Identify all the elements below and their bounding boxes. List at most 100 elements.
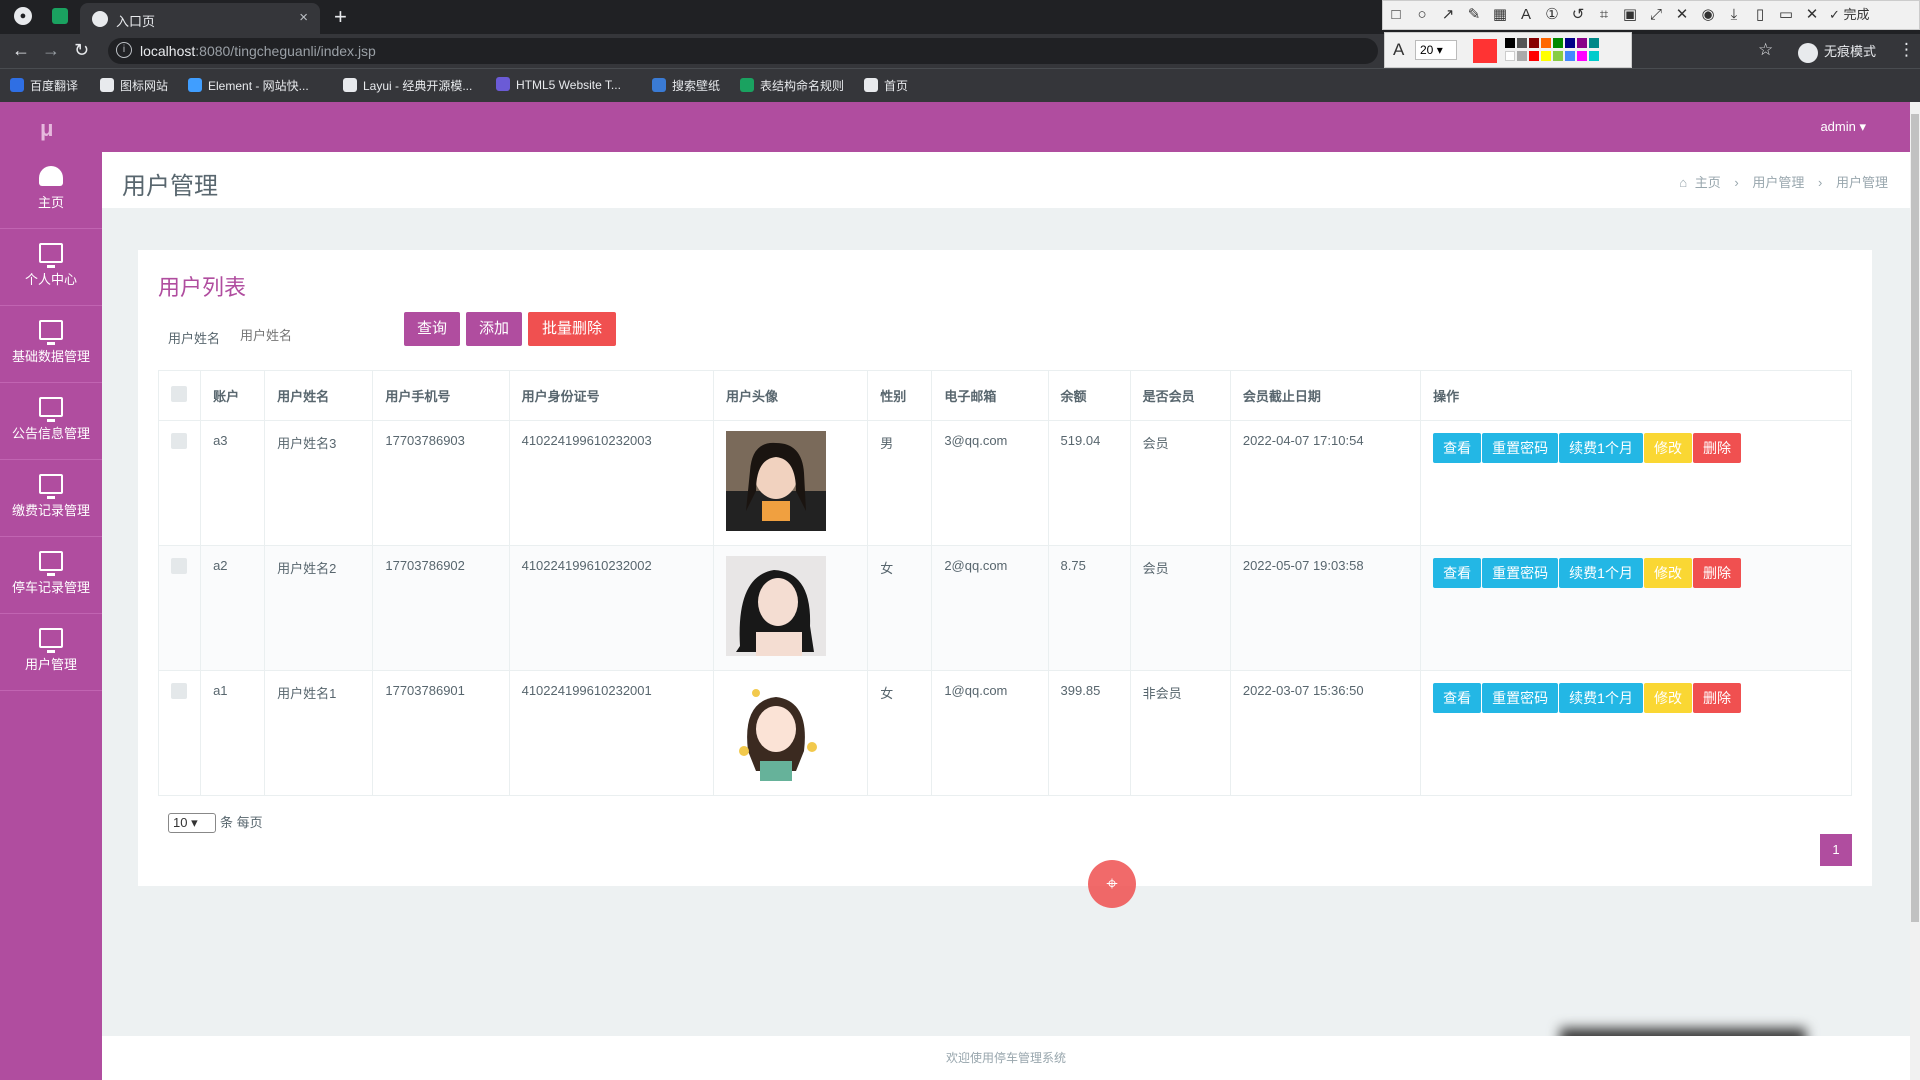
pinned-tab-icon[interactable] (52, 8, 68, 24)
bookmark-item[interactable]: Layui - 经典开源模... (343, 77, 472, 94)
pin-icon[interactable]: ✕ (1669, 1, 1695, 29)
color-swatch[interactable] (1529, 38, 1539, 48)
bookmark-item[interactable]: 搜索壁纸 (652, 77, 720, 94)
copy-icon[interactable]: ▯ (1747, 1, 1773, 29)
new-tab-button[interactable]: + (334, 4, 347, 30)
breadcrumb-home[interactable]: 主页 (1695, 175, 1721, 190)
site-info-icon[interactable]: i (116, 42, 132, 58)
tab-close-icon[interactable]: × (299, 9, 308, 26)
record-icon[interactable]: ◉ (1695, 1, 1721, 29)
rect-tool-icon[interactable]: □ (1383, 1, 1409, 29)
view-button[interactable]: 查看 (1433, 433, 1482, 463)
home-icon[interactable]: ⌂ (1679, 175, 1687, 190)
sidebar-item[interactable]: 用户管理 (0, 614, 102, 691)
bookmark-label: 图标网站 (120, 79, 169, 93)
url-path: :8080/tingcheguanli/index.jsp (195, 43, 376, 59)
row-checkbox[interactable] (171, 683, 187, 699)
color-swatch[interactable] (1589, 38, 1599, 48)
done-button[interactable]: ✓ 完成 (1825, 1, 1874, 29)
browser-menu-icon[interactable]: ● (14, 7, 32, 25)
view-button[interactable]: 查看 (1433, 683, 1482, 713)
row-checkbox[interactable] (171, 433, 187, 449)
page-button-current[interactable]: 1 (1820, 834, 1852, 866)
bookmark-item[interactable]: 图标网站 (100, 77, 168, 94)
font-size-icon: A (1393, 40, 1405, 59)
color-swatch[interactable] (1565, 38, 1575, 48)
mosaic-tool-icon[interactable]: ▦ (1487, 1, 1513, 29)
query-button[interactable]: 查询 (404, 312, 460, 346)
reload-icon[interactable]: ↻ (74, 40, 89, 61)
browser-menu-dots-icon[interactable]: ⋮ (1898, 40, 1915, 60)
sidebar-item[interactable]: 主页 (0, 152, 102, 229)
scrollbar-thumb[interactable] (1911, 114, 1919, 922)
row-checkbox[interactable] (171, 558, 187, 574)
add-button[interactable]: 添加 (466, 312, 522, 346)
delete-button[interactable]: 删除 (1692, 433, 1741, 463)
user-menu[interactable]: admin ▾ (1820, 119, 1866, 135)
reset-password-button[interactable]: 重置密码 (1482, 558, 1559, 588)
font-size-select[interactable]: 20 ▾ (1415, 40, 1457, 60)
app-logo[interactable]: μ (40, 116, 53, 142)
edit-button[interactable]: 修改 (1643, 683, 1692, 713)
color-swatch[interactable] (1505, 38, 1515, 48)
ellipse-tool-icon[interactable]: ○ (1409, 1, 1435, 29)
bookmark-item[interactable]: 首页 (864, 77, 908, 94)
page-size-select[interactable]: 10 ▾ (168, 813, 216, 833)
bookmark-item[interactable]: 表结构命名规则 (740, 77, 844, 94)
name-search-input[interactable] (232, 318, 372, 352)
edit-button[interactable]: 修改 (1643, 558, 1692, 588)
breadcrumb-section[interactable]: 用户管理 (1752, 175, 1804, 190)
reset-password-button[interactable]: 重置密码 (1482, 433, 1559, 463)
breadcrumb-separator: › (1818, 175, 1823, 190)
color-swatch[interactable] (1541, 38, 1551, 48)
sidebar-item[interactable]: 缴费记录管理 (0, 460, 102, 537)
bookmark-icon[interactable]: ▭ (1773, 1, 1799, 29)
back-icon[interactable]: ← (12, 40, 30, 61)
crop-icon[interactable]: ⌗ (1591, 1, 1617, 29)
forward-icon[interactable]: → (42, 40, 60, 61)
bookmark-item[interactable]: 百度翻译 (10, 77, 78, 94)
sidebar-item[interactable]: 公告信息管理 (0, 383, 102, 460)
view-button[interactable]: 查看 (1433, 558, 1482, 588)
bookmark-star-icon[interactable]: ☆ (1758, 40, 1773, 60)
color-swatch[interactable] (1553, 38, 1563, 48)
undo-icon[interactable]: ↺ (1565, 1, 1591, 29)
delete-button[interactable]: 删除 (1692, 558, 1741, 588)
download-icon[interactable]: ⤓ (1721, 1, 1747, 29)
color-swatch[interactable] (1517, 38, 1527, 48)
sidebar-item[interactable]: 停车记录管理 (0, 537, 102, 614)
color-swatch[interactable] (1553, 51, 1563, 61)
bookmark-item[interactable]: HTML5 Website T... (496, 77, 621, 92)
color-swatch[interactable] (1529, 51, 1539, 61)
edit-button[interactable]: 修改 (1643, 433, 1692, 463)
sidebar-item[interactable]: 基础数据管理 (0, 306, 102, 383)
url-field[interactable]: i localhost:8080/tingcheguanli/index.jsp (108, 38, 1378, 64)
browser-tab[interactable]: 入口页 × (80, 3, 320, 34)
select-all-checkbox[interactable] (171, 386, 187, 402)
color-swatch[interactable] (1577, 38, 1587, 48)
arrow-tool-icon[interactable]: ↗ (1435, 1, 1461, 29)
batch-delete-button[interactable]: 批量删除 (528, 312, 616, 346)
expand-icon[interactable]: ⤢ (1643, 1, 1669, 29)
ocr-icon[interactable]: ▣ (1617, 1, 1643, 29)
reset-password-button[interactable]: 重置密码 (1482, 683, 1559, 713)
pen-tool-icon[interactable]: ✎ (1461, 1, 1487, 29)
current-color-swatch[interactable] (1473, 39, 1497, 63)
renew-button[interactable]: 续费1个月 (1559, 683, 1643, 713)
renew-button[interactable]: 续费1个月 (1559, 558, 1643, 588)
number-tool-icon[interactable]: ① (1539, 1, 1565, 29)
page-scrollbar[interactable] (1910, 102, 1920, 1080)
color-swatch[interactable] (1541, 51, 1551, 61)
color-swatch[interactable] (1517, 51, 1527, 61)
color-swatch[interactable] (1577, 51, 1587, 61)
renew-button[interactable]: 续费1个月 (1559, 433, 1643, 463)
bookmark-item[interactable]: Element - 网站快... (188, 77, 309, 94)
text-tool-icon[interactable]: A (1513, 1, 1539, 29)
delete-button[interactable]: 删除 (1692, 683, 1741, 713)
incognito-indicator[interactable]: 无痕模式 (1798, 41, 1876, 63)
close-icon[interactable]: ✕ (1799, 1, 1825, 29)
color-swatch[interactable] (1505, 51, 1515, 61)
color-swatch[interactable] (1565, 51, 1575, 61)
sidebar-item[interactable]: 个人中心 (0, 229, 102, 306)
color-swatch[interactable] (1589, 51, 1599, 61)
